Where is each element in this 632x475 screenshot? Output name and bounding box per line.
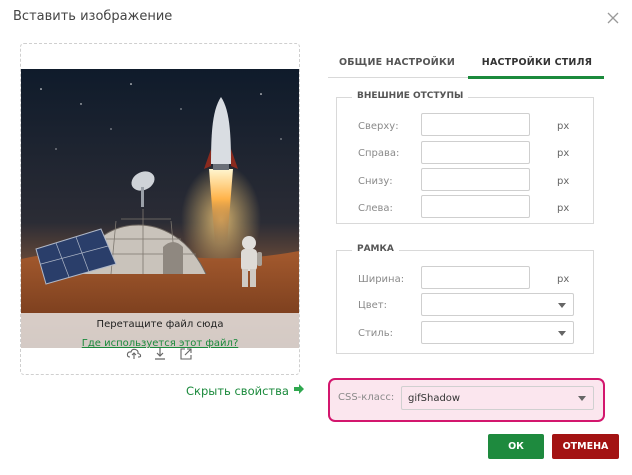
upload-icon[interactable] <box>126 346 142 362</box>
margin-top-label: Сверху: <box>358 121 399 132</box>
css-class-select[interactable]: gifShadow <box>401 386 594 410</box>
drop-overlay[interactable]: Перетащите файл сюда Где используется эт… <box>21 313 299 349</box>
insert-image-dialog: Вставить изображение Перетащите файл сюд… <box>0 0 632 475</box>
active-tab-indicator <box>468 76 604 79</box>
drop-text: Перетащите файл сюда <box>96 319 224 330</box>
margin-bottom-label: Снизу: <box>358 176 393 187</box>
cancel-button[interactable]: ОТМЕНА <box>552 434 619 459</box>
arrow-right-icon <box>293 383 305 398</box>
chevron-down-icon <box>578 396 586 401</box>
close-icon[interactable] <box>606 11 620 25</box>
margin-right-label: Справа: <box>358 148 400 159</box>
margin-left-input[interactable] <box>421 195 530 218</box>
border-width-unit: px <box>557 274 570 285</box>
border-width-label: Ширина: <box>358 274 405 285</box>
border-color-label: Цвет: <box>358 300 388 311</box>
margin-right-input[interactable] <box>421 141 530 164</box>
border-legend: РАМКА <box>352 244 399 254</box>
file-actions <box>126 346 196 362</box>
chevron-down-icon <box>558 303 566 308</box>
tab-style-settings[interactable]: НАСТРОЙКИ СТИЛЯ <box>470 57 604 68</box>
chevron-down-icon <box>558 331 566 336</box>
open-external-icon[interactable] <box>178 346 194 362</box>
hide-properties-label: Скрыть свойства <box>186 383 289 398</box>
margin-right-unit: px <box>557 148 570 159</box>
margin-left-label: Слева: <box>358 203 393 214</box>
border-width-input[interactable] <box>421 266 530 289</box>
css-class-value: gifShadow <box>408 393 461 404</box>
margin-bottom-unit: px <box>557 176 570 187</box>
margin-bottom-input[interactable] <box>421 168 530 191</box>
download-icon[interactable] <box>152 346 168 362</box>
border-style-select[interactable] <box>421 321 574 344</box>
border-style-label: Стиль: <box>358 328 393 339</box>
border-color-select[interactable] <box>421 293 574 316</box>
hide-properties-link[interactable]: Скрыть свойства <box>186 383 305 398</box>
margins-legend: ВНЕШНИЕ ОТСТУПЫ <box>352 91 469 101</box>
tab-general-settings[interactable]: ОБЩИЕ НАСТРОЙКИ <box>330 57 464 68</box>
ok-button[interactable]: ОК <box>488 434 544 459</box>
preview-image <box>21 69 299 348</box>
css-class-label: CSS-класс: <box>338 392 395 403</box>
margin-left-unit: px <box>557 203 570 214</box>
margin-top-input[interactable] <box>421 113 530 136</box>
margin-top-unit: px <box>557 121 570 132</box>
dialog-title: Вставить изображение <box>13 9 173 24</box>
